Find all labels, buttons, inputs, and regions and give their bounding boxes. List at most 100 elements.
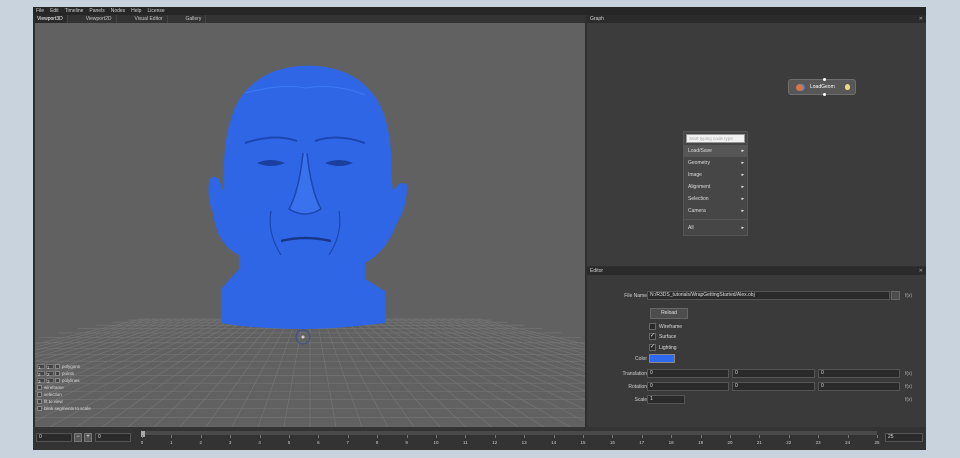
- browse-button[interactable]: [891, 291, 900, 300]
- timeline-tick: [612, 435, 614, 438]
- option-row[interactable]: 1 1 polygons: [37, 363, 107, 370]
- color-swatch[interactable]: [649, 354, 675, 363]
- option-value[interactable]: 1: [37, 364, 45, 370]
- scale-label: Scale: [634, 397, 647, 403]
- timeline-tick-label: 2: [199, 440, 203, 445]
- timeline-tick: [318, 435, 320, 438]
- reload-button[interactable]: Reload: [650, 308, 688, 319]
- menu-bar: File Edit Timeline Panels Nodes Help Lic…: [33, 7, 926, 15]
- tab-gallery[interactable]: Gallery: [182, 15, 207, 23]
- menu-item-label: Camera: [688, 208, 706, 214]
- menu-timeline[interactable]: Timeline: [65, 7, 84, 15]
- menu-item-alignment[interactable]: Alignment ▸: [684, 181, 747, 193]
- menu-item-all[interactable]: All ▸: [684, 222, 747, 234]
- tab-viewport2d[interactable]: Viewport2D: [82, 15, 117, 23]
- checkbox[interactable]: [55, 364, 60, 369]
- timeline-tick: [788, 435, 790, 438]
- option-value[interactable]: 3: [37, 378, 45, 384]
- option-row[interactable]: fit to view: [37, 398, 107, 405]
- option-row[interactable]: 3 3 polylines: [37, 377, 107, 384]
- viewport-tab-bar: Viewport3D Viewport2D Visual Editor Gall…: [33, 15, 585, 23]
- menu-item-load-save[interactable]: Load/Save ▸: [684, 145, 747, 157]
- menu-help[interactable]: Help: [131, 7, 141, 15]
- option-value[interactable]: 2: [46, 371, 54, 377]
- wireframe-checkbox-row[interactable]: Wireframe: [649, 323, 682, 330]
- option-value[interactable]: 2: [37, 371, 45, 377]
- editor-panel-header: Editor ✕: [587, 267, 926, 275]
- surface-checkbox[interactable]: ✓: [649, 333, 656, 340]
- minus-button[interactable]: −: [74, 433, 82, 442]
- rotation-y-input[interactable]: 0: [732, 382, 815, 391]
- timeline-tick: [289, 435, 290, 438]
- timeline-tick: [406, 435, 408, 438]
- menu-item-geometry[interactable]: Geometry ▸: [684, 157, 747, 169]
- gizmo[interactable]: [295, 329, 311, 345]
- option-row[interactable]: selection: [37, 391, 107, 398]
- expression-icon[interactable]: f(x): [905, 384, 912, 390]
- node-loadgeom[interactable]: LoadGeom: [788, 78, 856, 96]
- checkbox[interactable]: [37, 399, 42, 404]
- node-search-input[interactable]: Start typing node type: [686, 134, 745, 143]
- lighting-checkbox[interactable]: ✓: [649, 344, 656, 351]
- lightbulb-icon[interactable]: [845, 84, 850, 90]
- surface-checkbox-row[interactable]: ✓ Surface: [649, 333, 676, 340]
- plus-button[interactable]: +: [84, 433, 92, 442]
- menu-panels[interactable]: Panels: [89, 7, 104, 15]
- expression-icon[interactable]: f(x): [905, 293, 912, 299]
- viewport-3d[interactable]: 1 1 polygons 2 2 points 3 3 polylines wirefram…: [35, 23, 585, 427]
- menu-item-selection[interactable]: Selection ▸: [684, 193, 747, 205]
- rotation-z-input[interactable]: 0: [818, 382, 900, 391]
- expression-icon[interactable]: f(x): [905, 397, 912, 403]
- timeline-tick: [583, 435, 584, 438]
- graph-panel[interactable]: Graph ✕ LoadGeom Start typing node type …: [587, 15, 926, 266]
- grid-line: [283, 318, 304, 427]
- translation-x-input[interactable]: 0: [647, 369, 729, 378]
- output-port[interactable]: [823, 93, 826, 96]
- timeline-tick-label: 21: [756, 440, 762, 445]
- file-name-input[interactable]: N:/R3DS_tutorials/WrapGettingStarted/Ale…: [647, 291, 890, 300]
- option-row[interactable]: blink segments to scale: [37, 405, 107, 412]
- option-row[interactable]: wireframe: [37, 384, 107, 391]
- timeline-tick: [818, 435, 820, 438]
- lighting-label: Lighting: [659, 344, 677, 351]
- timeline: 0 − + 0 0 1 2 3 4 5 6 7 8 9 10 11 12 13 14 15 16 17 18 19 20…: [33, 427, 926, 450]
- menu-item-image[interactable]: Image ▸: [684, 169, 747, 181]
- option-row[interactable]: 2 2 points: [37, 370, 107, 377]
- checkbox[interactable]: [37, 385, 42, 390]
- menu-nodes[interactable]: Nodes: [111, 7, 125, 15]
- scale-input[interactable]: 1: [647, 395, 685, 404]
- close-icon[interactable]: ✕: [919, 15, 923, 23]
- lighting-checkbox-row[interactable]: ✓ Lighting: [649, 344, 677, 351]
- translation-z-input[interactable]: 0: [818, 369, 900, 378]
- checkbox[interactable]: [55, 371, 60, 376]
- rotation-x-input[interactable]: 0: [647, 382, 729, 391]
- option-label: polylines: [62, 378, 80, 383]
- timeline-track[interactable]: 0 1 2 3 4 5 6 7 8 9 10 11 12 13 14 15 16 17 18 19 20 21 22 23 24…: [141, 430, 880, 447]
- timeline-start-input[interactable]: 0: [36, 433, 72, 442]
- menu-file[interactable]: File: [36, 7, 44, 15]
- option-value[interactable]: 1: [46, 364, 54, 370]
- current-frame-input[interactable]: 0: [95, 433, 131, 442]
- checkbox[interactable]: [37, 392, 42, 397]
- input-port[interactable]: [823, 78, 826, 81]
- timeline-end-input[interactable]: 25: [885, 433, 923, 442]
- chevron-right-icon: ▸: [741, 160, 744, 166]
- tab-viewport3d[interactable]: Viewport3D: [33, 15, 68, 23]
- menu-item-camera[interactable]: Camera ▸: [684, 205, 747, 217]
- translation-y-input[interactable]: 0: [732, 369, 815, 378]
- option-value[interactable]: 3: [46, 378, 54, 384]
- wireframe-checkbox[interactable]: [649, 323, 656, 330]
- timeline-tick-label: 25: [874, 440, 880, 445]
- timeline-bar[interactable]: [141, 431, 877, 437]
- checkbox[interactable]: [37, 406, 42, 411]
- timeline-tick-label: 5: [287, 440, 291, 445]
- grid-line: [414, 318, 585, 384]
- expression-icon[interactable]: f(x): [905, 371, 912, 377]
- checkbox[interactable]: [55, 378, 60, 383]
- grid-line: [101, 318, 255, 427]
- menu-license[interactable]: License: [147, 7, 164, 15]
- close-icon[interactable]: ✕: [919, 267, 923, 275]
- timeline-tick-label: 3: [228, 440, 232, 445]
- menu-edit[interactable]: Edit: [50, 7, 59, 15]
- tab-visual-editor[interactable]: Visual Editor: [131, 15, 168, 23]
